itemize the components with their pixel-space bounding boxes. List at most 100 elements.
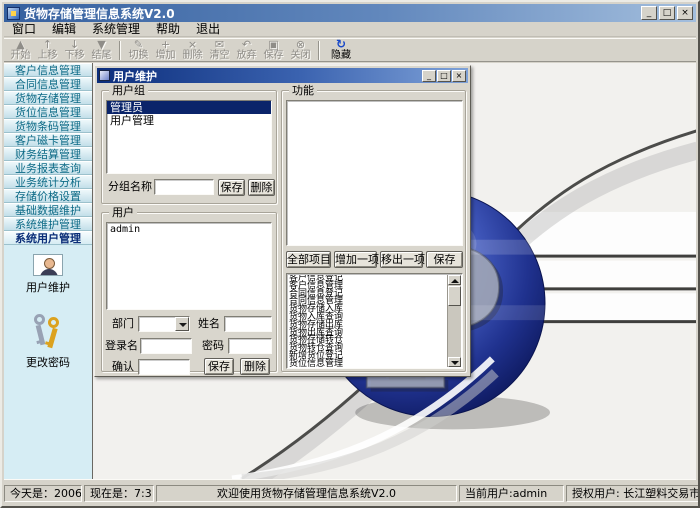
last-record-icon: ▼ [97, 39, 105, 50]
save-button[interactable]: ▣ 保存 [260, 39, 287, 62]
toolbar-separator [318, 41, 320, 60]
move-down-button[interactable]: ↓ 下移 [61, 39, 88, 62]
sidebar-item-statistics[interactable]: 业务统计分析 [4, 175, 92, 189]
user-save-button[interactable]: 保存 [204, 358, 234, 375]
dialog-title-bar[interactable]: 用户维护 _ □ × [97, 68, 468, 83]
assigned-functions-list[interactable] [286, 100, 463, 246]
menu-edit[interactable]: 编辑 [44, 22, 84, 37]
status-time: 现在是：7:31:14 [84, 485, 154, 502]
available-functions-items: 客户信息登记 客户信息管理 合同信息登记 合同信息管理 货物存储入库 货物入库查… [289, 275, 446, 367]
sidebar-item-system-users[interactable]: 系统用户管理 [4, 231, 92, 245]
first-record-icon: ▲ [16, 39, 24, 50]
menu-exit[interactable]: 退出 [188, 22, 228, 37]
hide-button[interactable]: ↻ 隐藏 [324, 39, 358, 62]
status-welcome: 欢迎使用货物存储管理信息系统V2.0 [156, 485, 457, 502]
menu-system-management[interactable]: 系统管理 [84, 22, 148, 37]
login-input[interactable] [140, 338, 192, 354]
undo-arrow-icon: ↶ [242, 39, 251, 50]
status-bar: 今天是：2006-09-05 现在是：7:31:14 欢迎使用货物存储管理信息系… [4, 479, 696, 504]
user-group-groupbox: 用户组 管理员 用户管理 分组名称 保存 删除 [101, 90, 277, 204]
window-title: 货物存储管理信息系统V2.0 [24, 5, 641, 22]
add-button[interactable]: + 增加 [152, 39, 179, 62]
sidebar-item-magnetic-card[interactable]: 客户磁卡管理 [4, 133, 92, 147]
list-item-user-management-group[interactable]: 用户管理 [107, 114, 271, 127]
users-list[interactable]: admin [106, 222, 272, 310]
plus-icon: + [161, 39, 170, 50]
dialog-maximize-icon[interactable]: □ [437, 70, 451, 82]
sidebar-item-base-data[interactable]: 基础数据维护 [4, 203, 92, 217]
list-item-admin-user[interactable]: admin [107, 223, 271, 236]
password-label: 密码 [202, 338, 224, 354]
user-group-label: 用户组 [109, 84, 148, 97]
all-items-button[interactable]: 全部项目 [286, 251, 331, 268]
confirm-input[interactable] [138, 359, 190, 375]
group-delete-button[interactable]: 删除 [248, 179, 275, 196]
up-arrow-icon: ↑ [43, 39, 52, 50]
sidebar-item-price-setting[interactable]: 存储价格设置 [4, 189, 92, 203]
scroll-down-icon[interactable] [448, 357, 461, 367]
department-select[interactable] [138, 316, 190, 332]
close-circle-icon: ⊗ [296, 39, 305, 50]
scroll-thumb[interactable] [448, 286, 461, 306]
move-up-button[interactable]: ↑ 上移 [34, 39, 61, 62]
user-group-list[interactable]: 管理员 用户管理 [106, 100, 272, 174]
users-groupbox: 用户 admin 部门 姓名 登录名 密码 确认 保存 [101, 212, 277, 372]
clear-button[interactable]: ✉ 清空 [206, 39, 233, 62]
sidebar-item-contract-info[interactable]: 合同信息管理 [4, 77, 92, 91]
clear-icon: ✉ [215, 39, 224, 50]
status-licensed-user: 授权用户: 长江塑料交易市场 [566, 485, 700, 502]
first-record-button[interactable]: ▲ 开始 [7, 39, 34, 62]
chevron-down-icon[interactable] [175, 317, 189, 331]
toolbar-separator [119, 41, 121, 60]
close-icon[interactable]: × [677, 6, 693, 20]
scroll-up-icon[interactable] [448, 275, 461, 285]
mdi-client-area: P P 用户维护 _ □ × 用户组 [93, 63, 696, 479]
change-password-label[interactable]: 更改密码 [26, 354, 70, 370]
group-name-label: 分组名称 [108, 179, 152, 195]
function-item[interactable]: 货位信息管理 [289, 361, 446, 367]
name-input[interactable] [224, 316, 272, 332]
last-record-button[interactable]: ▼ 结尾 [88, 39, 115, 62]
user-maintenance-label[interactable]: 用户维护 [26, 279, 70, 295]
group-save-button[interactable]: 保存 [218, 179, 245, 196]
dialog-close-icon[interactable]: × [452, 70, 466, 82]
dialog-title: 用户维护 [113, 68, 421, 84]
sidebar-item-barcode[interactable]: 货物条码管理 [4, 119, 92, 133]
sidebar-item-report-query[interactable]: 业务报表查询 [4, 161, 92, 175]
work-area: 客户信息管理 合同信息管理 货物存储管理 货位信息管理 货物条码管理 客户磁卡管… [4, 63, 696, 479]
user-maintenance-dialog: 用户维护 _ □ × 用户组 管理员 用户管理 分组名称 保存 删除 [94, 65, 471, 377]
cancel-button[interactable]: ↶ 放弃 [233, 39, 260, 62]
title-bar: 货物存储管理信息系统V2.0 _ □ × [4, 4, 696, 22]
available-functions-list[interactable]: 客户信息登记 客户信息管理 合同信息登记 合同信息管理 货物存储入库 货物入库查… [286, 273, 463, 369]
user-delete-button[interactable]: 删除 [240, 358, 270, 375]
functions-groupbox: 功能 全部项目 增加一项 移出一项 保存 客户信息登记 客户信息管理 合同信息登… [281, 90, 466, 372]
functions-label: 功能 [289, 84, 317, 97]
minimize-icon[interactable]: _ [641, 6, 657, 20]
menu-help[interactable]: 帮助 [148, 22, 188, 37]
switch-button[interactable]: ✎ 切换 [125, 39, 152, 62]
sidebar-item-customer-info[interactable]: 客户信息管理 [4, 63, 92, 77]
functions-scrollbar[interactable] [447, 275, 461, 367]
add-item-button[interactable]: 增加一项 [334, 251, 377, 268]
name-label: 姓名 [198, 316, 220, 332]
delete-button[interactable]: × 删除 [179, 39, 206, 62]
user-maintenance-icon[interactable] [33, 254, 63, 276]
restore-icon[interactable]: □ [659, 6, 675, 20]
dialog-minimize-icon[interactable]: _ [422, 70, 436, 82]
change-password-keys-icon[interactable] [30, 313, 66, 351]
menu-window[interactable]: 窗口 [4, 22, 44, 37]
sidebar-item-location-info[interactable]: 货位信息管理 [4, 105, 92, 119]
close-form-button[interactable]: ⊗ 关闭 [287, 39, 314, 62]
sidebar-shortcut-panel: 用户维护 更改密码 [4, 245, 92, 479]
sidebar-item-system-maintenance[interactable]: 系统维护管理 [4, 217, 92, 231]
sidebar-item-finance[interactable]: 财务结算管理 [4, 147, 92, 161]
window-controls: _ □ × [641, 6, 693, 20]
group-name-input[interactable] [154, 179, 214, 195]
functions-save-button[interactable]: 保存 [426, 251, 463, 268]
department-label: 部门 [112, 316, 134, 332]
list-item-admin-group[interactable]: 管理员 [107, 101, 271, 114]
menu-bar: 窗口 编辑 系统管理 帮助 退出 [4, 22, 696, 37]
remove-item-button[interactable]: 移出一项 [380, 251, 423, 268]
password-input[interactable] [228, 338, 272, 354]
sidebar-item-goods-storage[interactable]: 货物存储管理 [4, 91, 92, 105]
